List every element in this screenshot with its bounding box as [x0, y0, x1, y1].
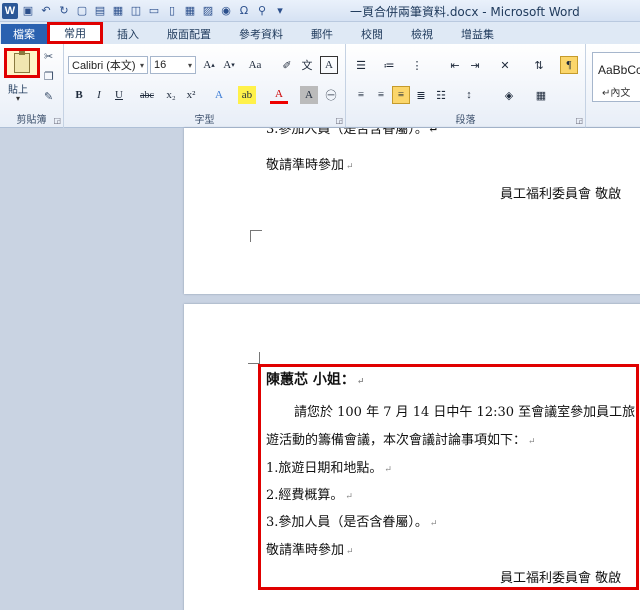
increase-indent-icon[interactable]: ⇥	[466, 56, 484, 74]
phonetic-guide-icon[interactable]: 文	[298, 56, 316, 74]
picture-icon[interactable]: ▨	[200, 3, 216, 19]
margin-corner-mark	[250, 230, 262, 242]
decrease-indent-icon[interactable]: ⇤	[446, 56, 464, 74]
new-document-icon[interactable]: ▢	[74, 3, 90, 19]
align-center-icon[interactable]: ≡	[372, 86, 390, 104]
redo-icon[interactable]: ↻	[56, 3, 72, 19]
format-painter-icon[interactable]: ✎	[44, 90, 53, 103]
character-border-icon[interactable]: A	[320, 56, 338, 74]
page1-line-list-item-3: 3.參加人員（是否含眷屬）。↵	[266, 128, 439, 137]
tab-add-ins[interactable]: 增益集	[447, 24, 508, 44]
font-size-select[interactable]: 16 ▾	[150, 56, 196, 74]
workspace-background	[0, 128, 182, 610]
italic-icon[interactable]: I	[90, 86, 108, 104]
font-group-label: 字型	[194, 115, 215, 126]
ribbon: 貼上 ▾ ✂ ❐ ✎ 剪貼簿 ◲ Calibri (本文) ▾ 16 ▾ A ▴ …	[0, 44, 640, 128]
print-icon[interactable]: ▦	[110, 3, 126, 19]
quick-access-toolbar: W ▣ ↶ ↻ ▢ ▤ ▦ ◫ ▭ ▯ ▦ ▨ ◉ Ω ⚲ ▾	[0, 2, 288, 19]
bold-icon[interactable]: B	[70, 86, 88, 104]
sort-icon[interactable]: ⇅	[530, 56, 548, 74]
page1-closing-line: 敬請準時參加 ↵	[266, 158, 354, 173]
copy-icon[interactable]: ❐	[44, 70, 54, 83]
highlight-annotation-box	[258, 364, 639, 590]
table-icon[interactable]: ▦	[182, 3, 198, 19]
symbol-omega-icon[interactable]: Ω	[236, 3, 252, 19]
tab-mailings[interactable]: 郵件	[297, 24, 347, 44]
font-name-select[interactable]: Calibri (本文) ▾	[68, 56, 148, 74]
font-size-value: 16	[154, 59, 167, 71]
paragraph-dialog-launcher-icon[interactable]: ◲	[575, 116, 583, 125]
open-folder-icon[interactable]: ▤	[92, 3, 108, 19]
numbering-icon[interactable]: ≔	[380, 56, 398, 74]
tab-review[interactable]: 校閱	[347, 24, 397, 44]
clear-formatting-icon[interactable]: ✐	[278, 56, 296, 74]
align-right-icon[interactable]: ≡	[392, 86, 410, 104]
margin-corner-mark	[248, 352, 260, 364]
show-formatting-marks-icon[interactable]: ¶	[560, 56, 578, 74]
clipboard-group: 貼上 ▾ ✂ ❐ ✎ 剪貼簿 ◲	[0, 44, 64, 128]
character-shading-icon[interactable]: A	[300, 86, 318, 104]
page1-signature: 員工福利委員會 敬啟	[500, 187, 622, 202]
subscript-icon[interactable]: x₂	[162, 86, 180, 104]
superscript-icon[interactable]: x²	[182, 86, 200, 104]
style-normal[interactable]: AaBbCc ↵內文	[592, 52, 640, 102]
font-color-icon[interactable]: A	[270, 86, 288, 104]
paste-dropdown-icon[interactable]: ▾	[16, 94, 20, 103]
justify-icon[interactable]: ≣	[412, 86, 430, 104]
bullets-icon[interactable]: ☰	[352, 56, 370, 74]
align-left-icon[interactable]: ≡	[352, 86, 370, 104]
change-case-icon[interactable]: Aa	[246, 56, 264, 74]
highlight-color-icon[interactable]: ab	[238, 86, 256, 104]
line-spacing-icon[interactable]: ↕	[460, 86, 478, 104]
tab-home[interactable]: 常用	[47, 22, 103, 44]
window-title: 一頁合併兩筆資料.docx - Microsoft Word	[350, 5, 580, 19]
paragraph-group-label: 段落	[455, 115, 476, 126]
multilevel-list-icon[interactable]: ⋮	[408, 56, 426, 74]
tab-file[interactable]: 檔案	[1, 24, 47, 44]
customize-toolbar-icon[interactable]: ▾	[272, 3, 288, 19]
font-group: Calibri (本文) ▾ 16 ▾ A ▴ A ▾ Aa ✐ 文 A B I U…	[64, 44, 346, 128]
cut-icon[interactable]: ✂	[44, 50, 53, 63]
tab-references[interactable]: 參考資料	[225, 24, 297, 44]
text-box-icon[interactable]: ▭	[146, 3, 162, 19]
font-dialog-launcher-icon[interactable]: ◲	[335, 116, 343, 125]
strikethrough-icon[interactable]: abc	[138, 86, 156, 104]
save-icon[interactable]: ▣	[20, 3, 36, 19]
chevron-down-icon: ▾	[187, 60, 192, 70]
enclose-characters-icon[interactable]: ㊀	[322, 86, 340, 104]
chevron-down-icon: ▾	[139, 60, 144, 70]
asian-layout-icon[interactable]: ✕	[496, 56, 514, 74]
font-name-value: Calibri (本文)	[72, 60, 136, 72]
undo-icon[interactable]: ↶	[38, 3, 54, 19]
paste-button[interactable]	[4, 48, 40, 78]
word-logo-icon[interactable]: W	[2, 2, 18, 19]
text-effects-icon[interactable]: A	[210, 86, 228, 104]
document-page-1[interactable]	[184, 128, 640, 294]
title-bar: W ▣ ↶ ↻ ▢ ▤ ▦ ◫ ▭ ▯ ▦ ▨ ◉ Ω ⚲ ▾ 一頁合併兩筆資料…	[0, 0, 640, 22]
style-name: ↵內文	[602, 88, 631, 99]
ribbon-tabs: 檔案 常用 插入 版面配置 參考資料 郵件 校閱 檢視 增益集	[0, 22, 640, 44]
tab-insert[interactable]: 插入	[103, 24, 153, 44]
tab-page-layout[interactable]: 版面配置	[153, 24, 225, 44]
hyperlink-icon[interactable]: ◉	[218, 3, 234, 19]
distributed-icon[interactable]: ☷	[432, 86, 450, 104]
paragraph-group: ☰ ≔ ⋮ ⇤ ⇥ ✕ ⇅ ¶ ≡ ≡ ≡ ≣ ☷ ↕ ◈ ▦ 段落 ◲	[346, 44, 586, 128]
shading-icon[interactable]: ◈	[500, 86, 518, 104]
print-preview-icon[interactable]: ◫	[128, 3, 144, 19]
clipboard-dialog-launcher-icon[interactable]: ◲	[53, 116, 61, 125]
grow-font-icon[interactable]: A ▴	[200, 56, 218, 74]
underline-icon[interactable]: U	[110, 86, 128, 104]
borders-icon[interactable]: ▦	[532, 86, 550, 104]
clipboard-icon	[14, 51, 30, 73]
shrink-font-icon[interactable]: A ▾	[220, 56, 238, 74]
format-painter-icon[interactable]: ▯	[164, 3, 180, 19]
share-icon[interactable]: ⚲	[254, 3, 270, 19]
style-sample-text: AaBbCc	[598, 63, 640, 77]
tab-view[interactable]: 檢視	[397, 24, 447, 44]
